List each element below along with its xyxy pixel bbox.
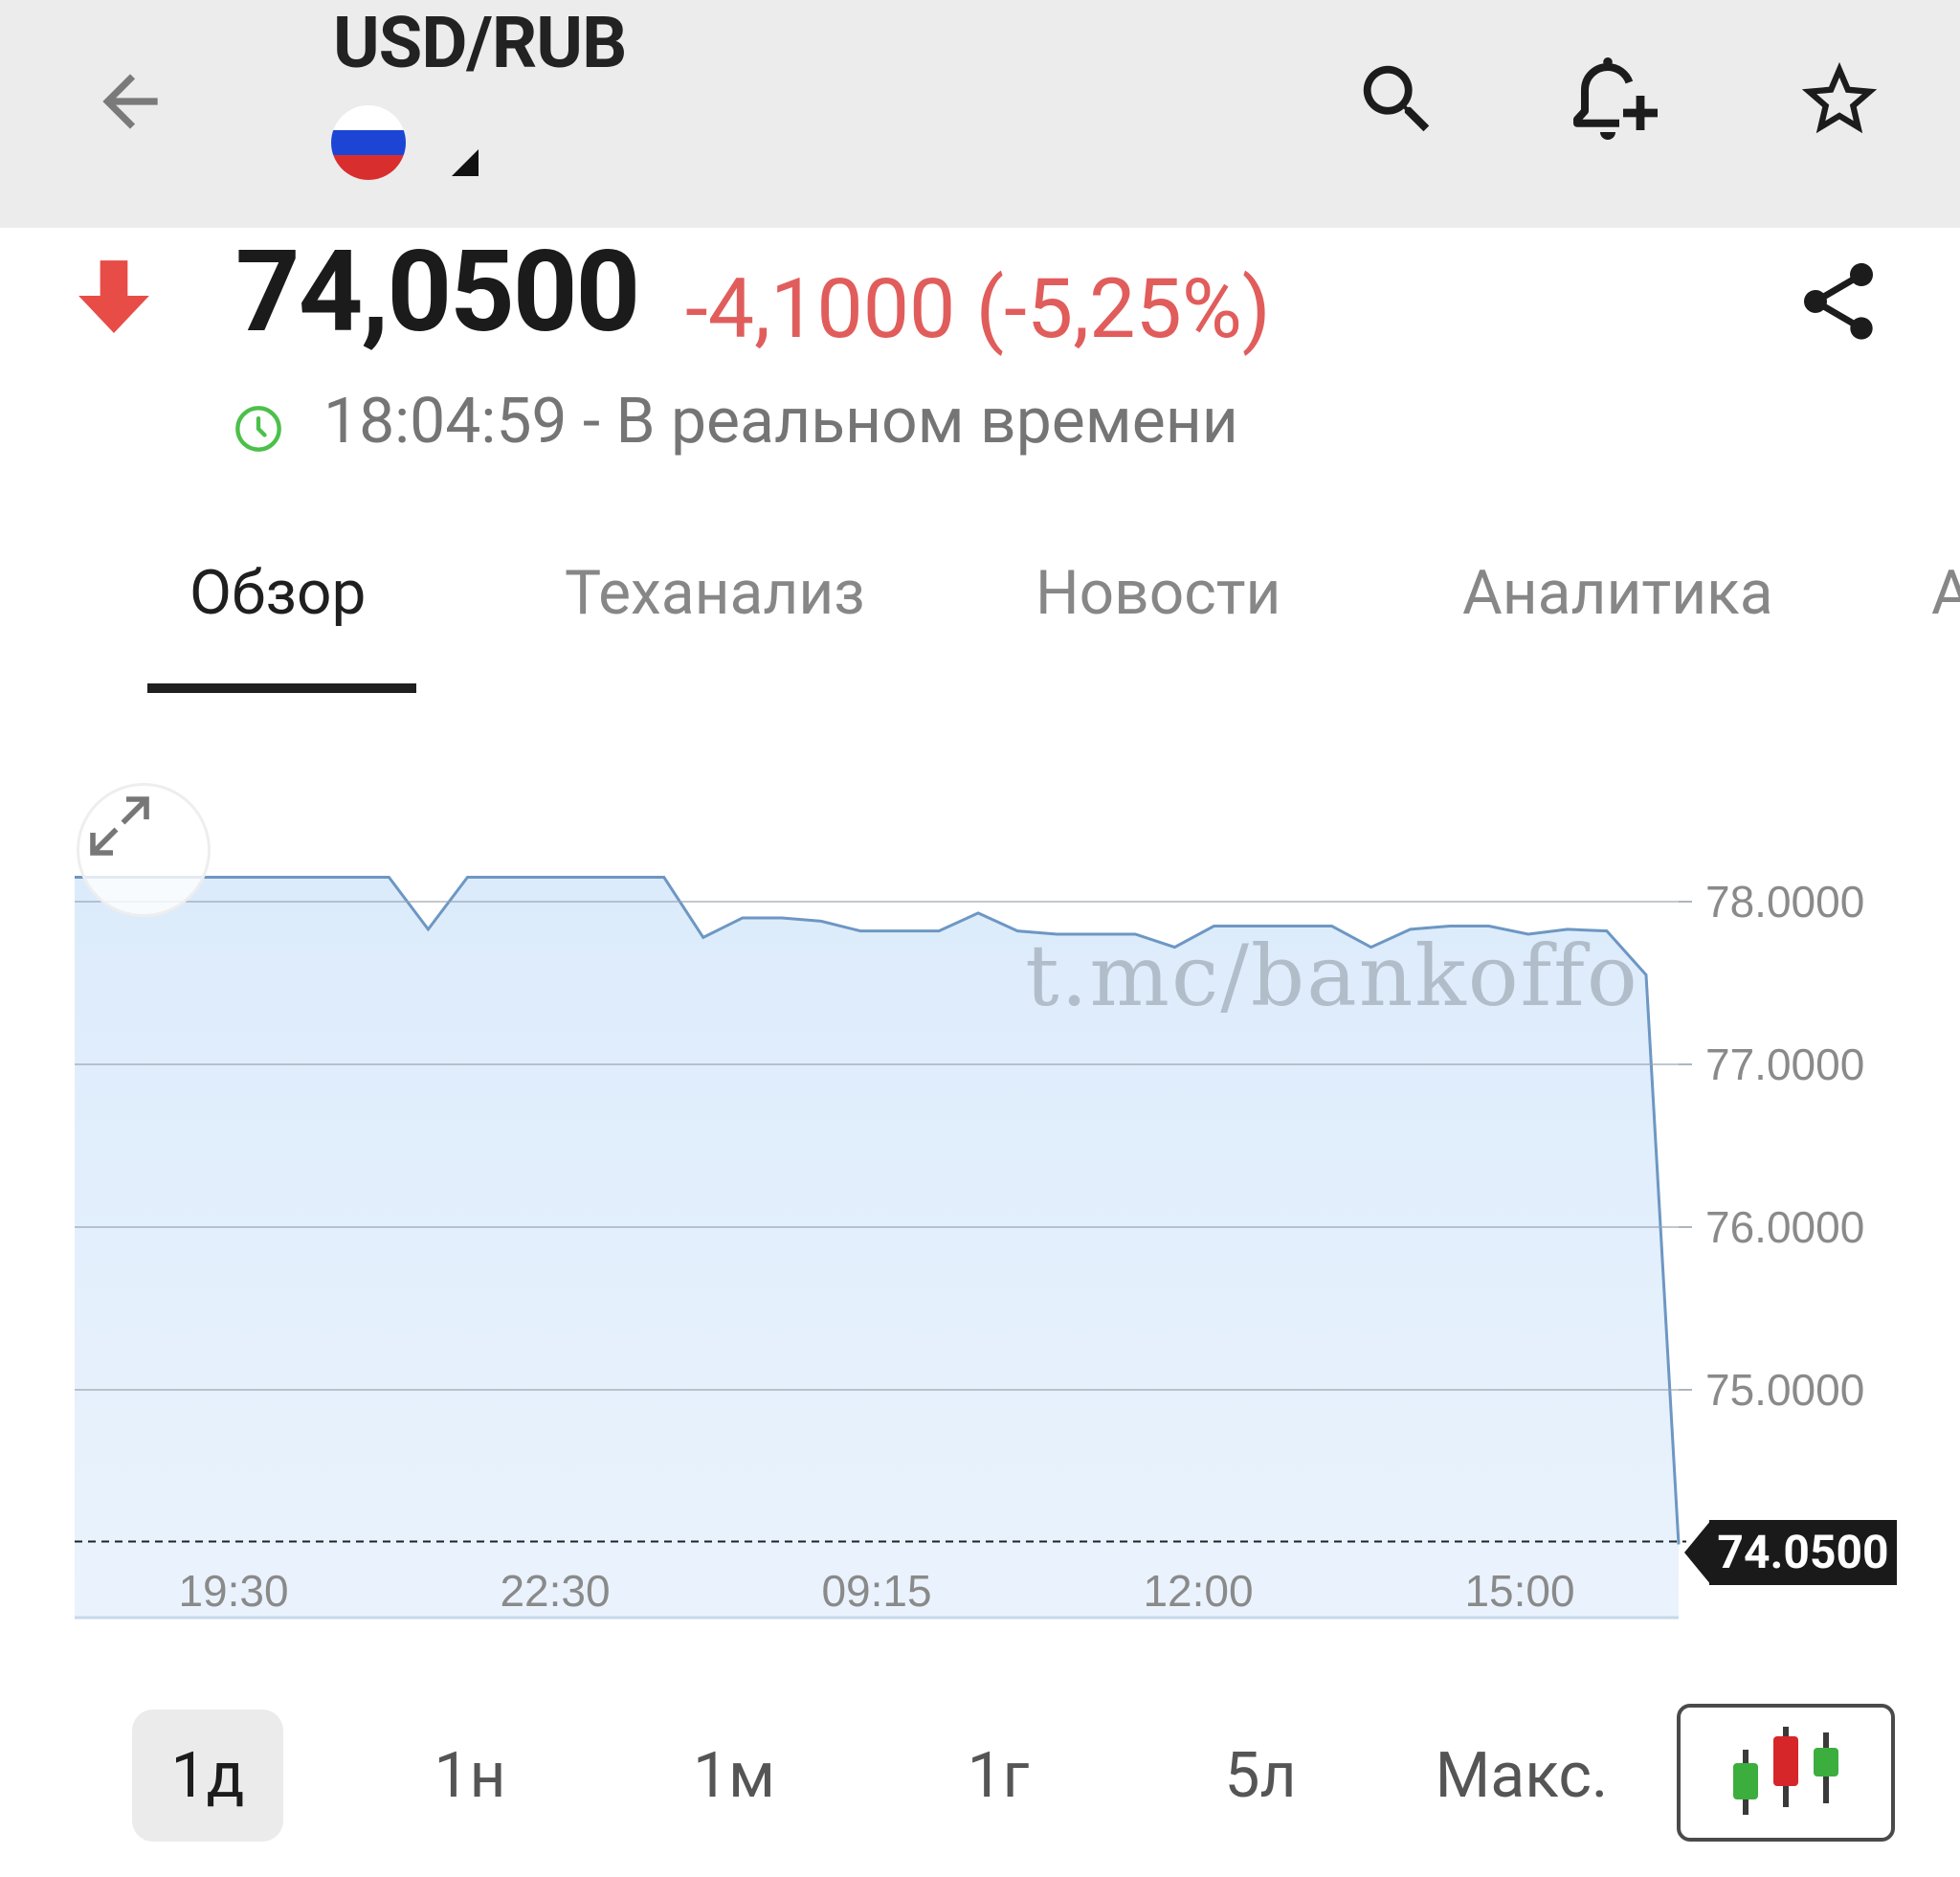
x-axis-label: 19:30: [178, 1566, 288, 1616]
top-bar: USD/RUB: [0, 0, 1960, 228]
watermark-text: t.mc/bankoffo: [1025, 927, 1639, 1025]
current-price-value: 74.0500: [1709, 1520, 1897, 1585]
star-icon: [1801, 61, 1878, 134]
period-1y[interactable]: 1г: [926, 1709, 1070, 1842]
section-tabs: Обзор Теханализ Новости Аналитика А: [0, 536, 1960, 699]
price-change: -4,1000 (-5,25%): [685, 260, 1271, 357]
search-icon: [1363, 65, 1430, 132]
instrument-symbol: USD/RUB: [333, 2, 627, 85]
y-axis-label: 76.0000: [1705, 1202, 1864, 1252]
tab-more[interactable]: А: [1931, 557, 1960, 629]
add-alert-button[interactable]: [1566, 50, 1665, 149]
y-axis-label: 78.0000: [1705, 877, 1864, 927]
chart-type-button[interactable]: [1677, 1704, 1895, 1842]
last-price: 74,0500: [235, 226, 640, 358]
y-axis-label: 75.0000: [1705, 1365, 1864, 1415]
back-arrow-icon: [102, 74, 158, 129]
back-button[interactable]: [84, 56, 176, 147]
tab-technical-analysis[interactable]: Теханализ: [565, 557, 865, 629]
period-1m[interactable]: 1м: [662, 1709, 806, 1842]
realtime-clock-icon: [235, 406, 281, 452]
period-selector: 1д 1н 1м 1г 5л Макс.: [0, 1704, 1960, 1847]
add-alert-bell-icon: [1573, 57, 1658, 140]
exchange-selector[interactable]: [331, 105, 494, 186]
favorite-button[interactable]: [1790, 50, 1889, 149]
tab-overview[interactable]: Обзор: [189, 557, 366, 629]
share-button[interactable]: [1786, 249, 1891, 354]
candlestick-chart-icon: [1733, 1727, 1838, 1815]
price-chart[interactable]: 78.0000 77.0000 76.0000 75.0000 19:30 22:30 0…: [0, 766, 1960, 1627]
share-icon: [1803, 262, 1874, 340]
caret-down-icon: [452, 149, 479, 176]
russia-flag-icon: [331, 105, 406, 180]
quote-timestamp-status: 18:04:59 - В реальном времени: [323, 385, 1238, 458]
tab-analytics[interactable]: Аналитика: [1462, 557, 1773, 629]
period-max[interactable]: Макс.: [1407, 1709, 1637, 1842]
search-button[interactable]: [1348, 50, 1447, 149]
period-1w[interactable]: 1н: [398, 1709, 542, 1842]
expand-icon: [90, 796, 149, 856]
x-axis-label: 12:00: [1143, 1566, 1253, 1616]
x-axis-label: 15:00: [1464, 1566, 1574, 1616]
tab-news[interactable]: Новости: [1036, 557, 1281, 629]
y-axis-label: 77.0000: [1705, 1039, 1864, 1089]
current-price-pointer: [1684, 1520, 1711, 1585]
period-5y[interactable]: 5л: [1189, 1709, 1332, 1842]
current-price-label: 74.0500: [1684, 1520, 1899, 1585]
price-down-arrow-icon: [78, 260, 149, 333]
x-axis-label: 22:30: [500, 1566, 610, 1616]
active-tab-indicator: [147, 683, 416, 693]
price-chart-svg: 78.0000 77.0000 76.0000 75.0000 19:30 22:30 0…: [75, 876, 1864, 1620]
period-1d[interactable]: 1д: [132, 1709, 283, 1842]
x-axis-label: 09:15: [821, 1566, 931, 1616]
expand-chart-button[interactable]: [77, 783, 211, 917]
